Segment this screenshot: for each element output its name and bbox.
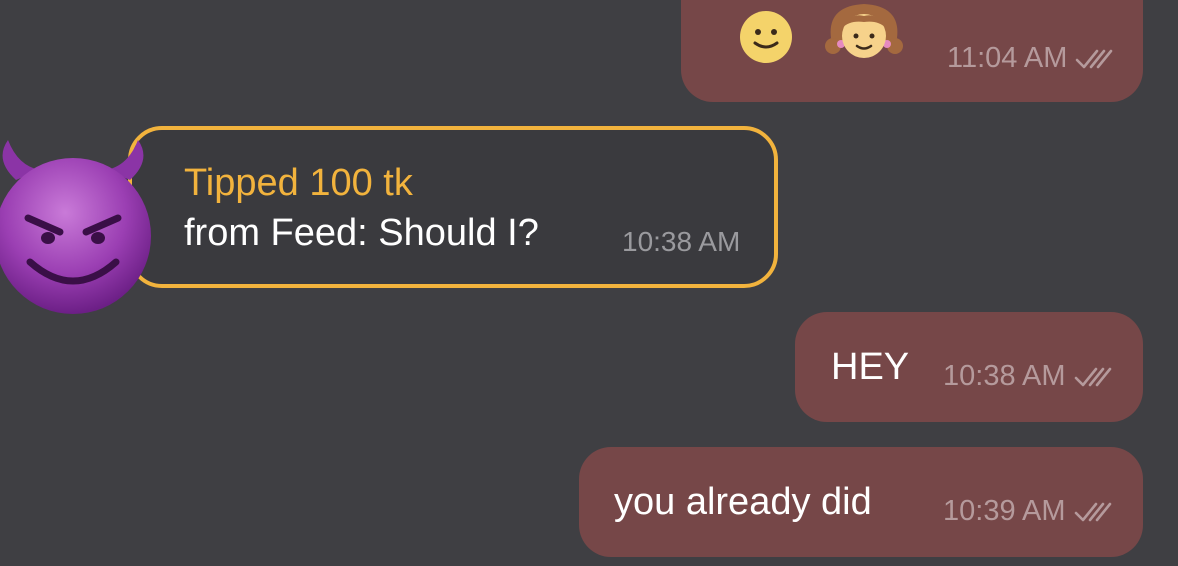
message-bubble-outgoing[interactable]: you already did 10:39 AM: [579, 447, 1143, 557]
tip-source-text: from Feed: Should I?: [184, 212, 539, 254]
tip-message-card[interactable]: Tipped 100 tk from Feed: Should I? 10:38…: [128, 126, 778, 288]
tip-title: Tipped 100 tk: [184, 162, 413, 204]
double-check-icon: [1074, 502, 1111, 521]
double-check-icon: [1074, 367, 1111, 386]
chat-thread: 11:04 AM Tipped 100 tk from Feed: Should…: [0, 0, 1178, 566]
message-meta: 11:04 AM: [947, 42, 1117, 75]
message-text: you already did: [614, 481, 872, 523]
message-bubble-outgoing[interactable]: HEY 10:38 AM: [795, 312, 1143, 422]
message-text: HEY: [831, 346, 910, 388]
double-check-icon: [1076, 49, 1113, 68]
message-time: 11:04 AM: [947, 42, 1068, 74]
message-time: 10:39 AM: [943, 495, 1066, 527]
message-time: 10:38 AM: [943, 360, 1066, 392]
message-meta: 10:38 AM: [943, 360, 1116, 393]
smiling-devil-icon[interactable]: [0, 140, 158, 320]
message-bubble-outgoing[interactable]: 11:04 AM: [681, 0, 1143, 102]
message-meta: 10:39 AM: [943, 495, 1116, 528]
message-time: 10:38 AM: [622, 226, 741, 257]
slightly-smiling-face-icon: [740, 11, 792, 63]
girl-face-icon: [825, 4, 903, 58]
